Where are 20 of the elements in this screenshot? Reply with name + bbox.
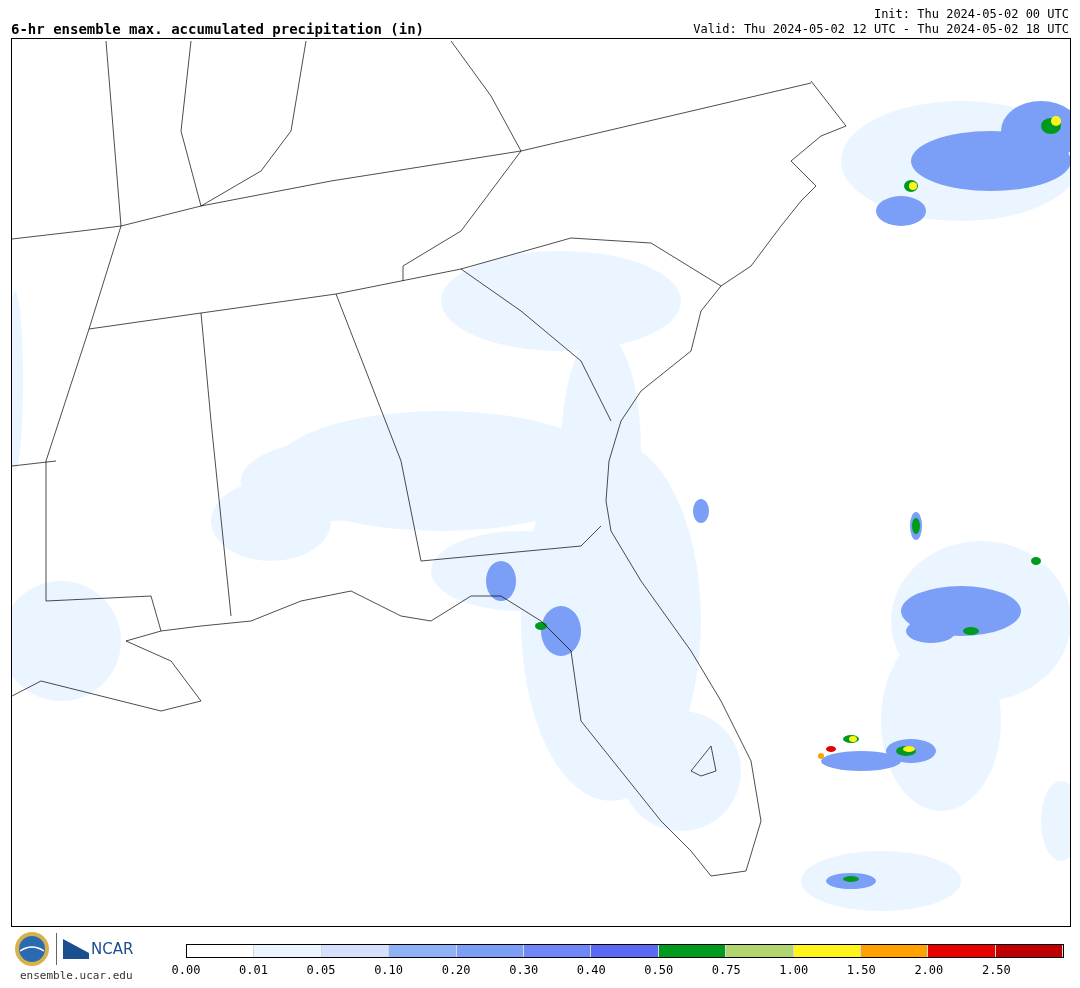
scale-label: 1.50 (846, 963, 876, 977)
map-title: 6-hr ensemble max. accumulated precipitation (in) (11, 21, 424, 37)
scale-label: 0.05 (306, 963, 336, 977)
scale-label: 0.40 (576, 963, 606, 977)
scale-label: 0.75 (711, 963, 741, 977)
scale-label: 1.00 (779, 963, 809, 977)
scale-label: 2.50 (981, 963, 1011, 977)
website-address: ensemble.ucar.edu (20, 969, 134, 982)
scale-label: 0.10 (374, 963, 404, 977)
scale-label: 0.50 (644, 963, 674, 977)
scale-label: 0.01 (239, 963, 268, 977)
logo-text: NCAR (91, 940, 134, 958)
scale-label: 0.30 (509, 963, 539, 977)
wave-logo-icon (63, 939, 89, 959)
scale-label: 0.20 (441, 963, 471, 977)
seal-logo-icon (14, 931, 50, 967)
init-time: Init: Thu 2024-05-02 00 UTC (872, 7, 1069, 22)
scale-label: 2.00 (914, 963, 944, 977)
scale-label: 0.00 (171, 963, 201, 977)
valid-time: Valid: Thu 2024-05-02 12 UTC - Thu 2024-05-02 18 UTC (693, 22, 1069, 37)
